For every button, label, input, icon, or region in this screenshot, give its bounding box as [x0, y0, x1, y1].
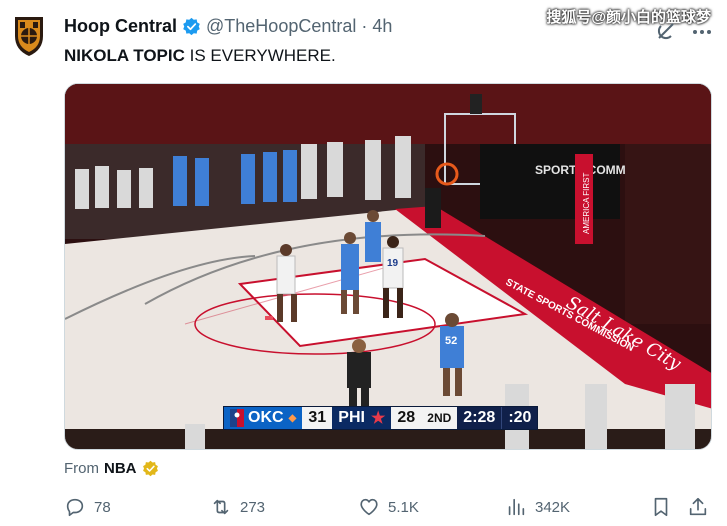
media-source: From NBA — [64, 460, 159, 477]
action-bar: 78 273 5.1K 342K — [64, 496, 714, 520]
jersey-number-52: 52 — [445, 335, 457, 347]
tweet-text-bold: NIKOLA TOPIC — [64, 46, 185, 65]
repost-icon — [213, 499, 229, 515]
like-button[interactable]: 5.1K — [358, 496, 419, 518]
tweet-text: NIKOLA TOPIC IS EVERYWHERE. — [64, 46, 336, 66]
verified-badge-icon — [183, 17, 200, 36]
team2-name: PHI — [338, 409, 365, 426]
watermark: 搜狐号@颜小白的篮球梦 — [546, 9, 711, 26]
author-handle[interactable]: @TheHoopCentral — [206, 16, 356, 37]
tweet-header: Hoop Central @TheHoopCentral · 4h — [64, 16, 392, 37]
player-blue-2 — [365, 210, 381, 262]
share-icon — [689, 497, 707, 516]
views-count: 342K — [535, 498, 571, 516]
author-name[interactable]: Hoop Central — [64, 16, 177, 37]
reply-button[interactable]: 78 — [64, 496, 111, 518]
team2-score: 28 — [391, 407, 422, 429]
quarter: 2ND — [421, 407, 458, 429]
views-button[interactable]: 342K — [505, 496, 570, 518]
more-icon[interactable] — [690, 22, 714, 42]
cameraman — [425, 188, 441, 228]
game-clock: 2:28 — [457, 407, 502, 429]
okc-logo-icon: ◆ — [288, 412, 297, 424]
source-prefix: From — [64, 460, 99, 477]
tweet-text-rest: IS EVERYWHERE. — [184, 46, 336, 65]
like-icon — [360, 498, 378, 516]
bookmark-button[interactable] — [650, 496, 672, 518]
repost-count: 273 — [240, 498, 266, 516]
share-button[interactable] — [687, 496, 709, 518]
gold-badge-icon — [142, 460, 158, 477]
video-player[interactable]: SPORTS COMMISSION AMERICA FIRST STATE SP… — [64, 83, 712, 450]
team-logo-icon — [15, 17, 43, 56]
views-icon — [508, 498, 525, 516]
avatar[interactable] — [12, 14, 46, 58]
phi-team-cell: PHI ★ — [332, 407, 392, 429]
separator-dot: · — [361, 16, 368, 36]
basketball-court-scene: SPORTS COMMISSION AMERICA FIRST STATE SP… — [65, 84, 711, 449]
phi-logo-icon: ★ — [370, 410, 386, 427]
shot-clock: :20 — [501, 407, 538, 429]
source-name[interactable]: NBA — [104, 460, 137, 477]
grok-icon[interactable] — [655, 20, 677, 42]
bookmark-icon — [654, 497, 668, 517]
okc-team-cell: OKC ◆ — [224, 407, 303, 429]
like-count: 5.1K — [388, 498, 419, 516]
reply-icon — [66, 498, 84, 517]
team1-score: 31 — [302, 407, 333, 429]
reply-count: 78 — [94, 498, 111, 516]
team1-name: OKC — [248, 409, 284, 426]
nba-logo-icon — [230, 409, 244, 427]
timestamp[interactable]: 4h — [372, 16, 392, 37]
scoreboard: OKC ◆ 31 PHI ★ 28 2ND 2:28 :20 — [223, 406, 539, 430]
repost-button[interactable]: 273 — [210, 496, 265, 518]
jersey-number-19: 19 — [387, 258, 399, 269]
stanchion-text: AMERICA FIRST — [582, 173, 591, 234]
